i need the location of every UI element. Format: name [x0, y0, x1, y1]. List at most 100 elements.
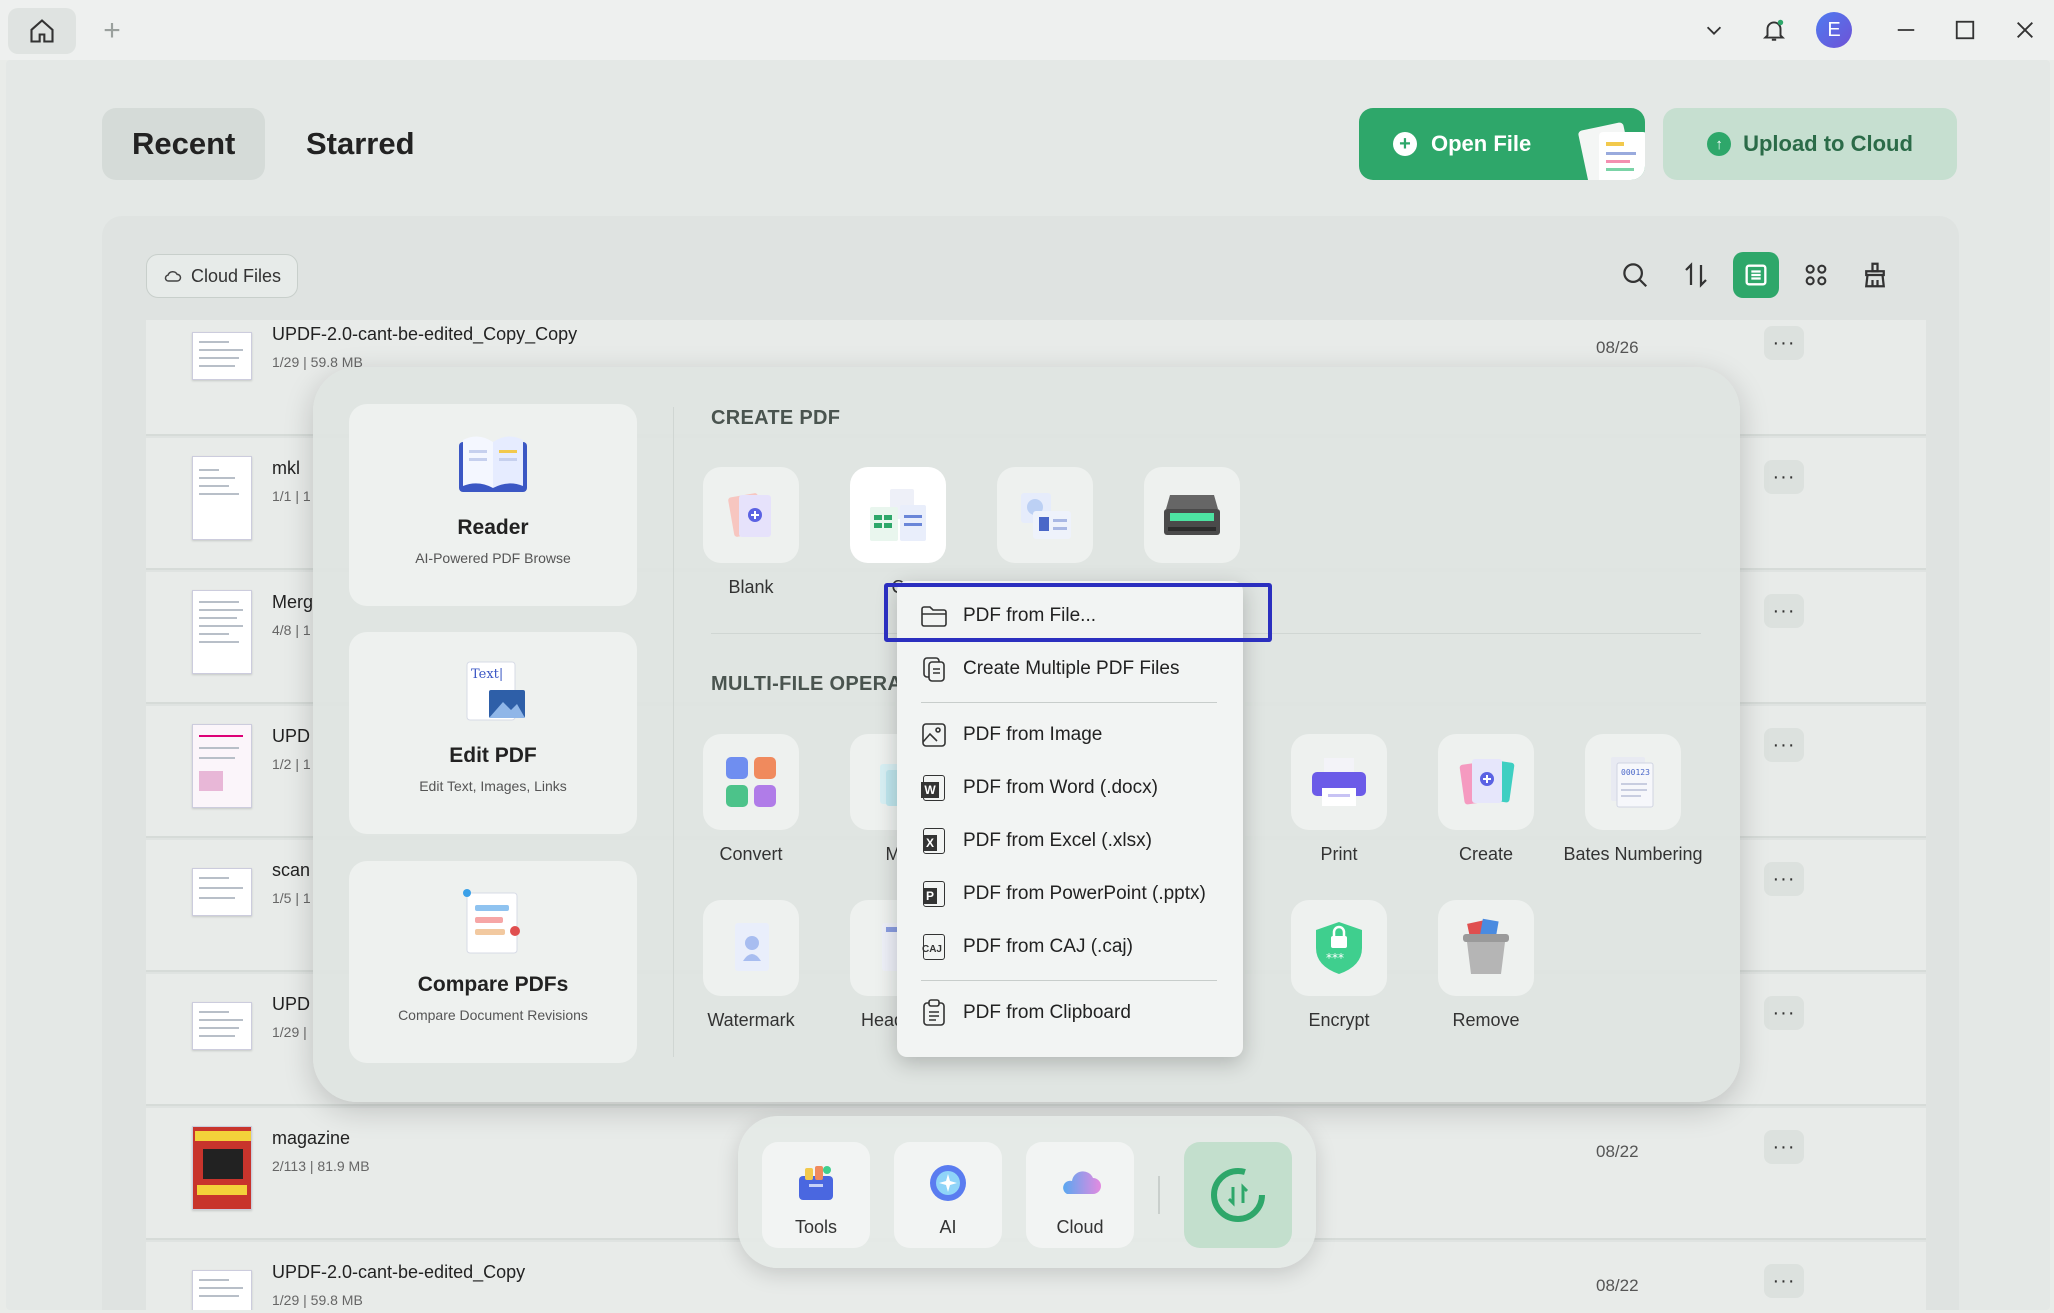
create-icon: [1459, 759, 1515, 805]
menu-item-pdf-from-image[interactable]: PDF from Image: [897, 712, 1243, 758]
bates-numbering-icon: 000123: [1611, 757, 1654, 808]
file-name: UPDF-2.0-cant-be-edited_Copy_Copy: [272, 324, 578, 344]
create-pdf-heading: CREATE PDF: [711, 407, 841, 429]
list-view-button[interactable]: [1733, 252, 1779, 298]
file-meta: 4/8 | 1: [272, 622, 311, 638]
tools-icon: [799, 1166, 833, 1200]
file-meta: 1/5 | 1: [272, 890, 311, 906]
bell-icon: [1762, 19, 1786, 41]
more-options-button[interactable]: ···: [1764, 594, 1804, 628]
cloud-files-filter[interactable]: Cloud Files: [146, 254, 299, 298]
tool-scanner[interactable]: [1117, 467, 1267, 577]
tool-encrypt[interactable]: *** Encrypt: [1264, 900, 1414, 1031]
create-from-file-icon: [870, 489, 926, 541]
maximize-button[interactable]: [1943, 10, 1987, 50]
tool-convert[interactable]: Convert: [676, 734, 826, 865]
file-thumbnail: [192, 590, 252, 674]
convert-icon: [726, 757, 776, 807]
more-options-button[interactable]: ···: [1764, 996, 1804, 1030]
menu-separator: [921, 702, 1217, 703]
menu-item-pdf-from-powerpoint[interactable]: P PDF from PowerPoint (.pptx): [897, 871, 1243, 917]
file-meta: 2/113 | 81.9 MB: [272, 1158, 370, 1174]
open-file-label: Open File: [1431, 131, 1532, 156]
word-icon: W: [919, 773, 949, 803]
more-options-button[interactable]: ···: [1764, 460, 1804, 494]
plus-circle-icon: +: [1393, 132, 1417, 156]
menu-item-pdf-from-caj[interactable]: CAJ PDF from CAJ (.caj): [897, 924, 1243, 970]
ai-icon: [930, 1165, 966, 1201]
image-icon: [922, 723, 946, 747]
dock-ai-button[interactable]: AI: [894, 1142, 1002, 1248]
more-options-button[interactable]: ···: [1764, 1264, 1804, 1298]
reader-card[interactable]: Reader AI-Powered PDF Browse: [349, 404, 637, 606]
home-icon: [30, 19, 54, 43]
powerpoint-icon: P: [919, 879, 949, 909]
file-thumbnail: [192, 1002, 252, 1050]
create-pdf-dropdown-menu: PDF from File... Create Multiple PDF Fil…: [897, 581, 1243, 1057]
new-tab-button[interactable]: +: [92, 12, 132, 50]
tool-print[interactable]: Print: [1264, 734, 1414, 865]
more-options-button[interactable]: ···: [1764, 1130, 1804, 1164]
tool-watermark[interactable]: Watermark: [676, 900, 826, 1031]
excel-icon: X: [919, 826, 949, 856]
close-button[interactable]: [2003, 10, 2047, 50]
clipboard-icon: [923, 999, 945, 1026]
tool-blank[interactable]: Blank: [676, 467, 826, 598]
upload-label: Upload to Cloud: [1743, 131, 1913, 156]
tool-bates-numbering[interactable]: 000123 Bates Numbering: [1558, 734, 1708, 865]
file-name: UPD: [272, 726, 311, 746]
maximize-icon: [1955, 20, 1975, 40]
file-date: 08/22: [1596, 1142, 1639, 1161]
multi-file-heading: MULTI-FILE OPERAT: [711, 673, 914, 695]
clean-button[interactable]: [1852, 252, 1898, 298]
compare-pdfs-card[interactable]: Compare PDFs Compare Document Revisions: [349, 861, 637, 1063]
arrow-up-icon: ↑: [1707, 132, 1732, 156]
open-file-button[interactable]: + Open File: [1359, 108, 1645, 180]
menu-item-pdf-from-word[interactable]: W PDF from Word (.docx): [897, 765, 1243, 811]
search-icon: [1623, 263, 1648, 288]
title-bar: + E: [0, 0, 2054, 60]
file-thumbnail: [192, 1126, 252, 1210]
file-name: mkl: [272, 458, 300, 478]
blank-page-icon: [728, 493, 771, 537]
tool-create[interactable]: Create: [1411, 734, 1561, 865]
tab-recent[interactable]: Recent: [102, 108, 266, 180]
search-button[interactable]: [1612, 252, 1658, 298]
tabs-dropdown-button[interactable]: [1692, 10, 1736, 50]
tool-scan-to-pdf[interactable]: [970, 467, 1120, 577]
compare-icon: [463, 889, 520, 954]
print-icon: [1312, 758, 1366, 806]
minimize-button[interactable]: [1884, 10, 1928, 50]
menu-item-create-multiple[interactable]: Create Multiple PDF Files: [897, 646, 1243, 692]
cloud-icon: [164, 270, 182, 282]
file-meta: 1/2 | 1: [272, 756, 311, 772]
menu-item-pdf-from-excel[interactable]: X PDF from Excel (.xlsx): [897, 818, 1243, 864]
sort-button[interactable]: [1673, 252, 1719, 298]
documents-illustration-icon: [1578, 122, 1645, 180]
remove-icon: [1463, 918, 1509, 974]
more-options-button[interactable]: ···: [1764, 862, 1804, 896]
file-name: Merg: [272, 592, 314, 612]
grid-view-button[interactable]: [1793, 252, 1839, 298]
dock-tools-button[interactable]: Tools: [762, 1142, 870, 1248]
sort-icon: [1685, 262, 1707, 288]
edit-pdf-title: Edit PDF: [449, 744, 537, 767]
upload-to-cloud-button[interactable]: ↑ Upload to Cloud: [1663, 108, 1957, 180]
edit-pdf-card[interactable]: Text| Edit PDF Edit Text, Images, Links: [349, 632, 637, 834]
home-tab[interactable]: [8, 8, 76, 54]
selection-highlight: [884, 583, 1272, 642]
tool-remove[interactable]: Remove: [1411, 900, 1561, 1031]
notifications-button[interactable]: [1752, 10, 1796, 50]
tab-starred[interactable]: Starred: [276, 108, 445, 180]
dock-cloud-button[interactable]: Cloud: [1026, 1142, 1134, 1248]
file-date: 08/22: [1596, 1276, 1639, 1295]
dock-sync-button[interactable]: [1184, 1142, 1292, 1248]
caj-icon: CAJ: [919, 932, 949, 962]
more-options-button[interactable]: ···: [1764, 326, 1804, 360]
file-name: UPD: [272, 994, 311, 1014]
reader-subtitle: AI-Powered PDF Browse: [415, 550, 571, 566]
more-options-button[interactable]: ···: [1764, 728, 1804, 762]
user-avatar[interactable]: E: [1816, 12, 1852, 48]
tool-create-from-file[interactable]: C: [823, 467, 973, 598]
menu-item-pdf-from-clipboard[interactable]: PDF from Clipboard: [897, 990, 1243, 1036]
